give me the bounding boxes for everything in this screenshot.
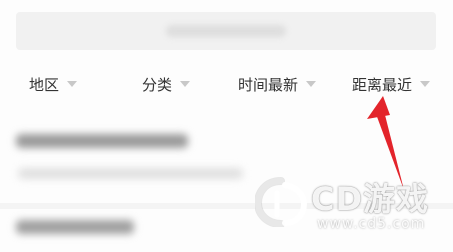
list-item-title-blurred: [16, 220, 134, 234]
watermark-url: www.cd5.com: [317, 216, 426, 232]
search-bar[interactable]: [16, 12, 436, 50]
filter-region[interactable]: 地区: [29, 73, 78, 95]
filter-category[interactable]: 分类: [142, 73, 191, 95]
watermark-logo-icon: [255, 177, 307, 227]
filter-distance-nearest-label: 距离最近: [352, 75, 413, 94]
filter-time-newest-label: 时间最新: [238, 75, 299, 94]
filter-time-newest[interactable]: 时间最新: [238, 73, 317, 95]
caret-down-icon: [180, 81, 191, 87]
screen: 地区 分类 时间最新 距离最近 CD游戏 www.cd5.com: [0, 0, 453, 252]
filter-bar: 地区 分类 时间最新 距离最近: [0, 62, 453, 106]
list-item-subtitle-blurred: [18, 168, 243, 179]
caret-down-icon: [306, 81, 317, 87]
filter-category-label: 分类: [142, 75, 173, 94]
watermark-brand: CD游戏: [311, 180, 430, 218]
watermark: CD游戏 www.cd5.com: [255, 174, 445, 244]
caret-down-icon: [420, 81, 431, 87]
caret-down-icon: [67, 81, 78, 87]
filter-distance-nearest[interactable]: 距离最近: [352, 73, 431, 95]
search-placeholder-blurred: [166, 25, 286, 37]
list-item-title-blurred: [16, 134, 188, 148]
filter-region-label: 地区: [29, 75, 60, 94]
